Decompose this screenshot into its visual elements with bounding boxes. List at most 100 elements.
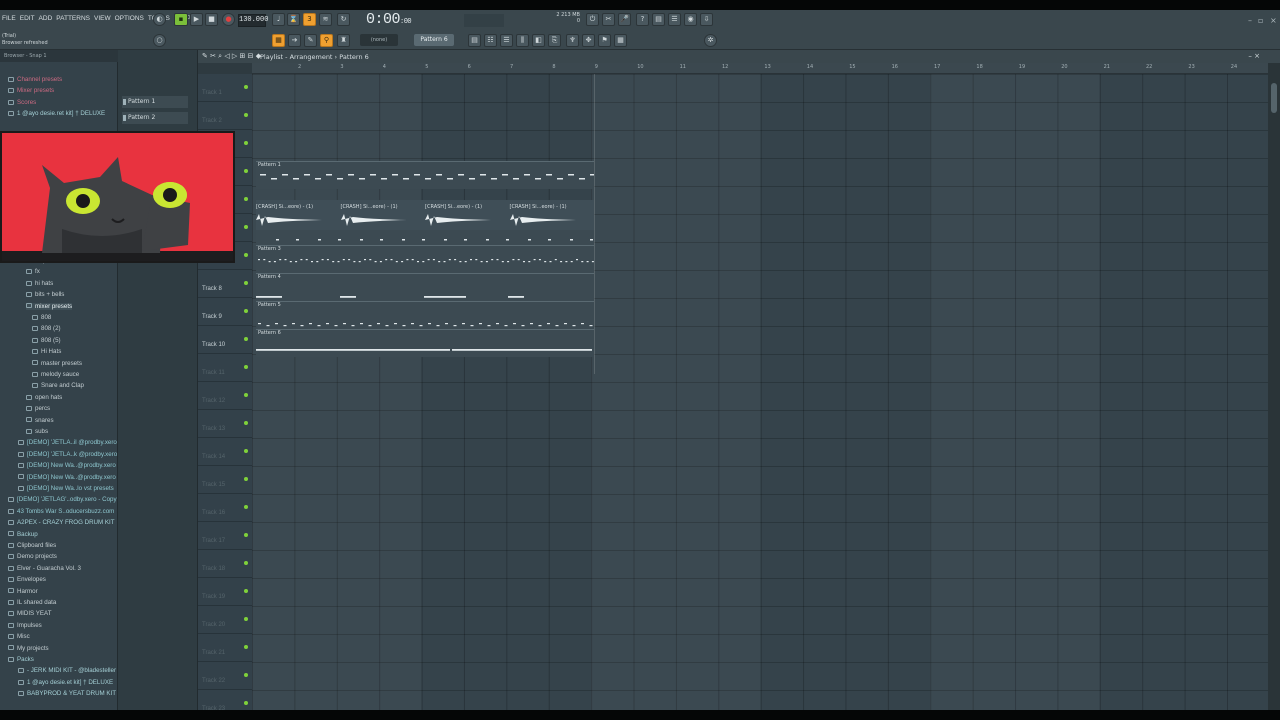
preset-selector[interactable]: (none) (360, 34, 398, 46)
track-header[interactable]: Track 2 (198, 102, 252, 130)
stamp-icon[interactable]: ♜ (337, 34, 350, 47)
plugin-picker-icon[interactable]: ♆ (566, 34, 579, 47)
blend-notes-icon[interactable]: ≋ (319, 13, 332, 26)
arrow-right-icon[interactable]: ➔ (288, 34, 301, 47)
pencil-icon[interactable]: ✎ (304, 34, 317, 47)
cpu-knob-icon[interactable]: ✲ (704, 34, 717, 47)
track-mute-led[interactable] (244, 309, 248, 313)
stop-icon[interactable]: ■ (205, 13, 218, 26)
track-header[interactable]: Track 20 (198, 606, 252, 634)
snap-knob-icon[interactable]: ○ (153, 34, 166, 47)
browser-item[interactable]: [DEMO] 'JETLA..k @prodby.xero (18, 451, 117, 458)
track-mute-led[interactable] (244, 141, 248, 145)
browser-item[interactable]: 1 @ayo desie.ret kit] † DELUXE (8, 110, 105, 117)
wait-icon[interactable]: ⌛ (287, 13, 300, 26)
mixer-icon[interactable]: ☰ (668, 13, 681, 26)
track-header[interactable]: Track 13 (198, 410, 252, 438)
menu-item[interactable]: EDIT (20, 15, 35, 22)
touch-icon[interactable]: ✥ (582, 34, 595, 47)
pattern-clip[interactable]: Pattern 4 (256, 273, 594, 301)
master-volume-slider[interactable] (464, 14, 504, 27)
help-icon[interactable]: ? (636, 13, 649, 26)
browser-item[interactable]: Demo projects (8, 553, 57, 560)
track-header[interactable]: Track 9 (198, 298, 252, 326)
channel-rack-icon[interactable]: ☰ (500, 34, 513, 47)
menu-item[interactable]: VIEW (94, 15, 111, 22)
browser-item[interactable]: A2PEX - CRAZY FROG DRUM KIT (8, 519, 115, 526)
track-header[interactable]: Track 10 (198, 326, 252, 354)
audio-segment[interactable]: [CRASH] Si...eore) - (1) (509, 200, 580, 230)
pattern-song-icon[interactable]: ◐ (153, 13, 166, 26)
track-header[interactable]: Track 23 (198, 690, 252, 710)
browser-item[interactable]: snares (26, 417, 54, 424)
track-header[interactable]: Track 8 (198, 270, 252, 298)
browser-item[interactable]: bits + bells (26, 291, 64, 298)
piano-roll-icon[interactable]: ☷ (484, 34, 497, 47)
timeline-ruler[interactable]: 2 3 4 5 6 7 8 9 10 11 12 13 14 15 16 17 18 19 20 21 22 23 24 (252, 63, 1268, 74)
browser-item[interactable]: MIDIS YEAT (8, 610, 52, 617)
browser-item[interactable]: 808 (2) (32, 325, 61, 332)
project-icon[interactable]: ⚑ (598, 34, 611, 47)
track-mute-led[interactable] (244, 393, 248, 397)
audio-clip[interactable]: [CRASH] Si...eore) - (1) [CRASH] Si...eor… (256, 200, 594, 230)
playlist-view-icon[interactable]: ▦ (272, 34, 285, 47)
power-icon[interactable]: ⏻ (586, 13, 599, 26)
browser-item[interactable]: Snare and Clap (32, 382, 84, 389)
browser-item[interactable]: Elver - Guaracha Vol. 3 (8, 565, 81, 572)
track-mute-led[interactable] (244, 365, 248, 369)
track-header[interactable]: Track 16 (198, 494, 252, 522)
plugin-icon[interactable]: ◧ (532, 34, 545, 47)
close-icon[interactable]: × (1270, 16, 1277, 25)
mixer-view-icon[interactable]: ⫼ (516, 34, 529, 47)
browser-item[interactable]: Packs (8, 656, 34, 663)
tempo-display[interactable]: 130.000 (238, 14, 268, 27)
browser-icon[interactable]: ⎘ (548, 34, 561, 47)
track-header[interactable]: Track 15 (198, 466, 252, 494)
track-mute-led[interactable] (244, 337, 248, 341)
browser-item[interactable]: Harmor (8, 588, 38, 595)
pattern-clip[interactable]: Pattern 5 (256, 301, 594, 329)
tools-icons[interactable]: ✎ ✂ ⌕ ◁ ▷ ⊞ ⊟ ◆ (202, 52, 261, 61)
pattern-item[interactable]: Pattern 1 (122, 96, 188, 108)
track-header[interactable]: Track 17 (198, 522, 252, 550)
track-mute-led[interactable] (244, 477, 248, 481)
browser-item[interactable]: BABYPROD & YEAT DRUM KIT (18, 690, 116, 697)
browser-tabs[interactable]: Browser - Snap 1 (0, 50, 118, 62)
track-mute-led[interactable] (244, 169, 248, 173)
track-mute-led[interactable] (244, 449, 248, 453)
track-mute-led[interactable] (244, 589, 248, 593)
track-mute-led[interactable] (244, 505, 248, 509)
track-mute-led[interactable] (244, 225, 248, 229)
audio-segment[interactable]: [CRASH] Si...eore) - (1) (425, 200, 495, 230)
audio-segment[interactable]: [CRASH] Si...eore) - (1) (340, 200, 411, 230)
browser-item[interactable]: [DEMO] New Wa..@prodby.xero (18, 474, 116, 481)
browser-item[interactable]: Envelopes (8, 576, 46, 583)
browser-item[interactable]: IL shared data (8, 599, 56, 606)
download-icon[interactable]: ⇩ (700, 13, 713, 26)
link-icon[interactable]: ⚲ (320, 34, 333, 47)
browser-item[interactable]: - JERK MIDI KIT - @bladesteller (18, 667, 116, 674)
metronome-icon[interactable]: ♩ (272, 13, 285, 26)
pattern-clip[interactable]: Pattern 3 (256, 245, 594, 273)
track-mute-led[interactable] (244, 421, 248, 425)
browser-item[interactable]: 1 @ayo desie.et kit] † DELUXE (18, 679, 113, 686)
countdown-icon[interactable]: 3 (303, 13, 316, 26)
playlist-window-controls[interactable]: – × (1248, 52, 1260, 60)
mic-icon[interactable]: 🎤 (618, 13, 631, 26)
track-header[interactable]: Track 12 (198, 382, 252, 410)
browser-item[interactable]: My projects (8, 645, 49, 652)
track-mute-led[interactable] (244, 85, 248, 89)
track-header[interactable]: Track 18 (198, 550, 252, 578)
playlist-icon[interactable]: ▤ (468, 34, 481, 47)
browser-item[interactable]: 808 (5) (32, 337, 61, 344)
browser-item[interactable]: fx (26, 268, 40, 275)
track-header[interactable]: Track 14 (198, 438, 252, 466)
vertical-scrollbar[interactable] (1268, 63, 1280, 710)
track-header[interactable]: Track 19 (198, 578, 252, 606)
track-mute-led[interactable] (244, 617, 248, 621)
track-mute-led[interactable] (244, 561, 248, 565)
menu-item[interactable]: ADD (39, 15, 53, 22)
track-header[interactable]: Track 1 (198, 74, 252, 102)
chat-icon[interactable]: ◉ (684, 13, 697, 26)
track-mute-led[interactable] (244, 197, 248, 201)
